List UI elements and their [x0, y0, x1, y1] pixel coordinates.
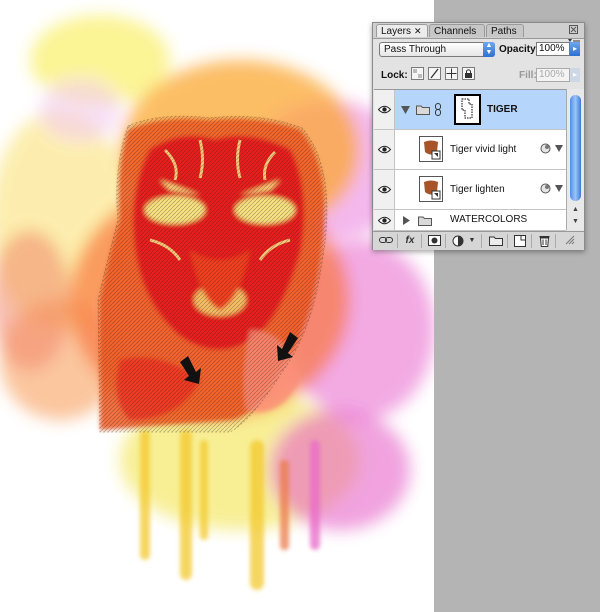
adjustment-menu-icon[interactable]: ▼	[465, 235, 479, 247]
opacity-field[interactable]: 100%	[536, 42, 570, 56]
new-group-icon[interactable]	[489, 235, 503, 247]
expand-effects-icon[interactable]	[555, 185, 563, 192]
scroll-up-icon[interactable]: ▲	[570, 205, 581, 215]
lock-transparent-pixels-icon[interactable]	[411, 67, 424, 80]
lock-all-icon[interactable]	[462, 67, 475, 80]
layer-name-tiger: TIGER	[487, 104, 518, 115]
layer-style-icon[interactable]	[540, 143, 551, 154]
eye-icon	[378, 216, 391, 225]
lock-label: Lock:	[381, 70, 408, 81]
blend-mode-value: Pass Through	[384, 44, 447, 55]
opacity-label: Opacity:	[499, 44, 540, 55]
select-arrows-icon: ▲ ▼	[483, 42, 495, 57]
mask-icon	[456, 96, 479, 123]
toolbar-divider	[445, 234, 446, 248]
layer-thumbnail[interactable]	[419, 176, 443, 202]
resize-grip-icon[interactable]	[563, 235, 577, 247]
panel-bottom-toolbar: fx ▼	[373, 231, 584, 250]
trash-icon[interactable]	[537, 235, 551, 247]
layer-style-icon[interactable]	[540, 183, 551, 194]
group-mask-thumbnail[interactable]	[454, 94, 481, 125]
layer-thumbnail[interactable]	[419, 136, 443, 162]
layer-row-tiger-group[interactable]: TIGER	[374, 90, 566, 130]
visibility-toggle[interactable]	[374, 130, 395, 169]
layer-row-tiger-vivid-light[interactable]: Tiger vivid light	[374, 130, 566, 170]
link-icon[interactable]	[435, 103, 441, 116]
layer-row-tiger-lighten[interactable]: Tiger lighten	[374, 170, 566, 210]
tab-layers-label: Layers	[381, 26, 412, 37]
add-mask-icon[interactable]	[427, 235, 441, 247]
layer-name-watercolors: WATERCOLORS	[450, 214, 528, 225]
folder-icon	[416, 105, 430, 115]
toolbar-divider	[397, 234, 398, 248]
eye-icon	[378, 105, 391, 114]
tab-paths[interactable]: Paths	[486, 24, 524, 37]
document-canvas[interactable]	[0, 0, 434, 612]
panel-collapse-icon[interactable]	[568, 24, 579, 35]
layer-row-watercolors-group[interactable]: WATERCOLORS	[374, 210, 566, 231]
tab-layers[interactable]: Layers ✕	[376, 24, 428, 37]
tab-close-icon[interactable]: ✕	[414, 26, 422, 36]
blend-mode-select[interactable]: Pass Through ▲ ▼	[379, 42, 495, 57]
toolbar-divider	[421, 234, 422, 248]
visibility-toggle[interactable]	[374, 210, 395, 230]
disclosure-expanded-icon[interactable]	[401, 106, 410, 114]
link-layers-icon[interactable]	[379, 235, 393, 247]
layer-list: TIGER Tiger vivid light Tiger lighten WA…	[374, 89, 566, 231]
folder-icon	[418, 216, 432, 226]
visibility-toggle[interactable]	[374, 170, 395, 209]
scrollbar-thumb[interactable]	[570, 95, 581, 201]
tab-channels-label: Channels	[434, 26, 477, 37]
tiger-watercolor-artwork	[0, 15, 434, 590]
new-layer-icon[interactable]	[513, 235, 527, 247]
eye-icon	[378, 145, 391, 154]
toolbar-divider	[555, 234, 556, 248]
visibility-toggle[interactable]	[374, 90, 395, 129]
fill-label: Fill:	[519, 70, 537, 81]
lock-image-pixels-icon[interactable]	[428, 67, 441, 80]
toolbar-divider	[481, 234, 482, 248]
disclosure-collapsed-icon[interactable]	[403, 216, 410, 225]
toolbar-divider	[507, 234, 508, 248]
fx-icon[interactable]: fx	[403, 235, 417, 247]
tab-channels[interactable]: Channels	[429, 24, 485, 37]
layer-name-tiger-vivid-light: Tiger vivid light	[450, 144, 517, 155]
toolbar-divider	[531, 234, 532, 248]
tiger-thumbnail-icon	[420, 177, 442, 201]
layer-name-tiger-lighten: Tiger lighten	[450, 184, 505, 195]
fill-field[interactable]: 100%	[536, 68, 570, 82]
scroll-down-icon[interactable]: ▼	[570, 217, 581, 227]
fill-slider-arrow-icon[interactable]: ▸	[570, 68, 580, 82]
panel-tab-bar: Layers ✕ Channels Paths	[373, 23, 584, 39]
lock-position-icon[interactable]	[445, 67, 458, 80]
layers-scrollbar[interactable]: ▲ ▼	[566, 89, 584, 230]
tiger-thumbnail-icon	[420, 137, 442, 161]
expand-effects-icon[interactable]	[555, 145, 563, 152]
tab-paths-label: Paths	[491, 26, 517, 37]
adjustment-icon[interactable]	[451, 235, 465, 247]
layers-panel: Layers ✕ Channels Paths Pass Through ▲ ▼ O…	[372, 22, 585, 250]
opacity-slider-arrow-icon[interactable]: ▸	[570, 42, 580, 56]
eye-icon	[378, 185, 391, 194]
